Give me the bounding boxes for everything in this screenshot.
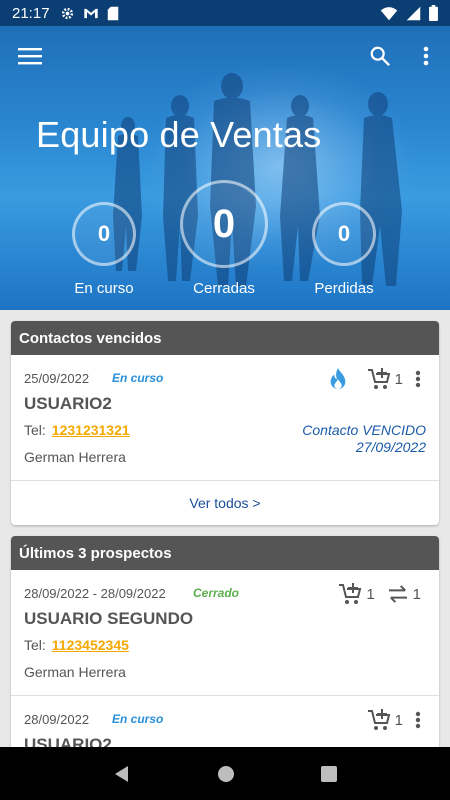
signal-icon xyxy=(406,6,421,20)
status-badge: En curso xyxy=(112,712,164,726)
more-vert-icon[interactable] xyxy=(415,711,421,729)
add-cart-icon[interactable] xyxy=(338,582,362,606)
more-vert-icon[interactable] xyxy=(415,370,421,388)
transfer-icon[interactable] xyxy=(387,585,409,603)
phone-row: Tel: 1231231321 xyxy=(24,422,130,438)
phone-link[interactable]: 1231231321 xyxy=(52,422,130,438)
expired-label: Contacto VENCIDO xyxy=(302,422,426,438)
item-date: 25/09/2022 xyxy=(24,371,90,386)
card-title: Contactos vencidos xyxy=(11,321,439,355)
add-cart-icon[interactable] xyxy=(367,367,391,391)
status-badge: En curso xyxy=(112,371,164,385)
owner-name: German Herrera xyxy=(24,449,126,465)
card-title: Últimos 3 prospectos xyxy=(11,536,439,570)
item-date: 28/09/2022 - 28/09/2022 xyxy=(24,586,166,601)
more-vert-icon[interactable] xyxy=(410,40,442,72)
stat-value: 0 xyxy=(337,221,351,246)
system-nav-bar xyxy=(0,747,450,800)
stat-label: Perdidas xyxy=(314,280,374,297)
stat-ring: 0 xyxy=(180,180,268,268)
list-item[interactable]: 28/09/2022 - 28/09/2022 Cerrado USUARIO … xyxy=(11,570,439,696)
settings-icon xyxy=(61,7,73,19)
tel-label: Tel: xyxy=(24,422,46,438)
wifi-icon xyxy=(380,6,398,20)
transfer-count: 1 xyxy=(412,585,421,603)
see-all-link[interactable]: Ver todos > xyxy=(11,481,439,524)
item-actions: 1 xyxy=(327,367,421,391)
overdue-contacts-card: Contactos vencidos 25/09/2022 En curso U… xyxy=(11,321,439,525)
stat-ring: 0 xyxy=(72,202,136,266)
stat-en-curso[interactable]: 0 En curso xyxy=(70,202,138,297)
cart-count: 1 xyxy=(366,585,375,603)
contact-name: USUARIO2 xyxy=(24,394,112,413)
stat-cerradas[interactable]: 0 Cerradas xyxy=(179,180,269,297)
stat-value: 0 xyxy=(97,221,111,246)
owner-name: German Herrera xyxy=(24,664,126,680)
stat-ring: 0 xyxy=(312,202,376,266)
item-date: 28/09/2022 xyxy=(24,712,90,727)
item-actions: 1 1 xyxy=(338,582,421,606)
contact-name: USUARIO SEGUNDO xyxy=(24,609,194,628)
hero-header: Equipo de Ventas 0 En curso 0 Cerradas 0… xyxy=(0,26,450,310)
cart-count: 1 xyxy=(394,711,403,729)
menu-icon[interactable] xyxy=(14,40,46,72)
stat-label: En curso xyxy=(74,280,134,297)
stat-label: Cerradas xyxy=(193,280,255,297)
recents-icon[interactable] xyxy=(321,765,337,782)
latest-prospects-card: Últimos 3 prospectos 28/09/2022 - 28/09/… xyxy=(11,536,439,766)
status-badge: Cerrado xyxy=(193,586,240,600)
list-item[interactable]: 25/09/2022 En curso USUARIO2 Tel: 1231231… xyxy=(11,355,439,481)
app-toolbar xyxy=(0,26,450,86)
page-title: Equipo de Ventas xyxy=(36,114,322,155)
gmail-icon xyxy=(83,8,98,18)
add-cart-icon[interactable] xyxy=(367,708,391,732)
phone-row: Tel: 1123452345 xyxy=(24,637,129,653)
expired-notice: Contacto VENCIDO 27/09/2022 xyxy=(302,422,426,456)
status-time: 21:17 xyxy=(12,4,50,22)
status-bar: 21:17 xyxy=(0,0,450,26)
item-actions: 1 xyxy=(367,708,421,732)
home-icon[interactable] xyxy=(217,765,235,783)
stat-value: 0 xyxy=(212,201,236,246)
flame-icon xyxy=(330,368,345,390)
cart-count: 1 xyxy=(394,370,403,388)
expired-date: 27/09/2022 xyxy=(355,439,426,455)
stat-perdidas[interactable]: 0 Perdidas xyxy=(308,202,380,297)
tel-label: Tel: xyxy=(24,637,46,653)
sd-card-icon xyxy=(107,6,118,20)
phone-link[interactable]: 1123452345 xyxy=(52,637,129,653)
back-icon[interactable] xyxy=(113,765,131,783)
battery-icon xyxy=(429,5,438,21)
search-icon[interactable] xyxy=(364,40,396,72)
